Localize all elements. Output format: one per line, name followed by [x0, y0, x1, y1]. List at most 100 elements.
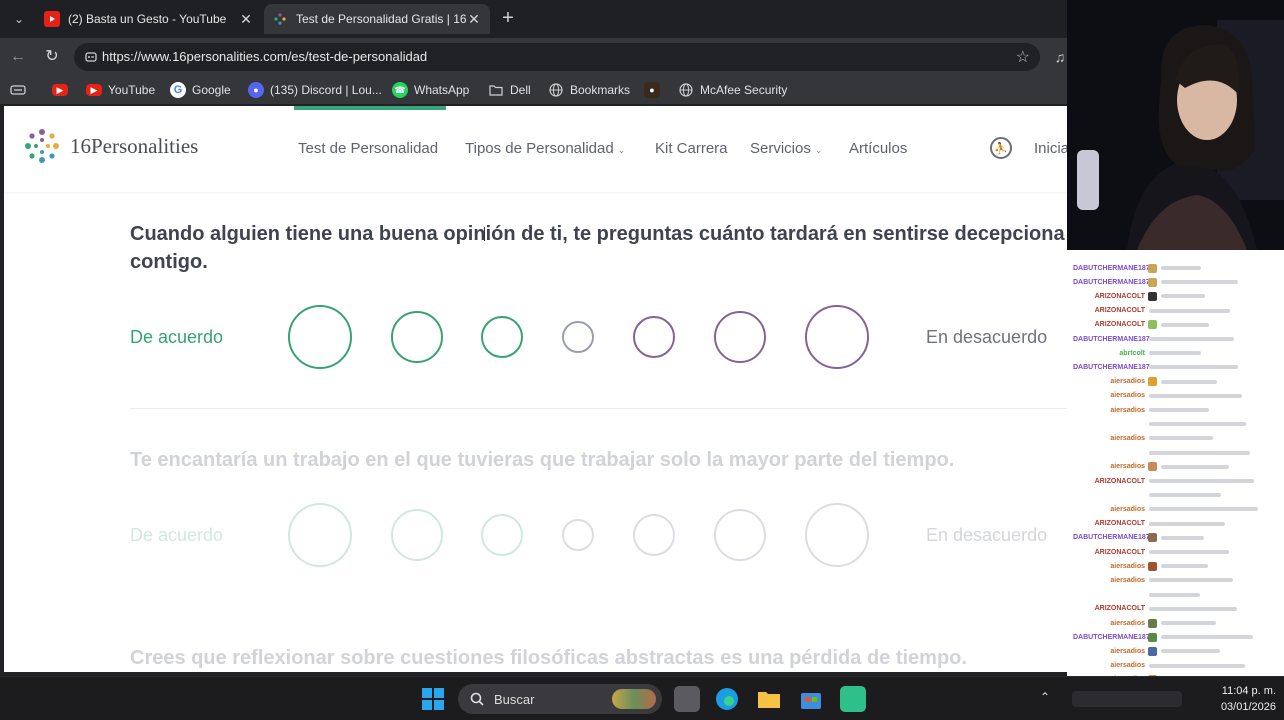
nav-personality-types[interactable]: Tipos de Personalidad ⌄ [465, 140, 625, 157]
question-text: Crees que reflexionar sobre cuestiones f… [130, 647, 967, 669]
bookmark-star-icon[interactable]: ☆ [1016, 47, 1030, 67]
login-link[interactable]: Inicia [1034, 140, 1069, 157]
chat-message [1073, 447, 1250, 459]
chat-message-text [1149, 606, 1237, 611]
app-icon[interactable] [840, 686, 866, 712]
taskview-icon[interactable] [674, 686, 700, 712]
nav-services[interactable]: Servicios ⌄ [750, 140, 822, 157]
bookmark-label: McAfee Security [700, 83, 788, 97]
nav-label: Artículos [849, 140, 908, 157]
system-tray-icons[interactable] [1072, 691, 1182, 707]
windows-icon[interactable] [420, 686, 446, 712]
answer-option-1[interactable] [288, 503, 352, 567]
chat-message-text [1161, 649, 1220, 654]
answer-option-5[interactable] [633, 514, 675, 556]
chat-message [1073, 489, 1221, 501]
answer-option-7[interactable] [805, 305, 869, 369]
nav-test[interactable]: Test de Personalidad [298, 140, 438, 157]
bookmark-bookmarks[interactable]: Bookmarks [548, 81, 630, 99]
answer-option-4[interactable] [562, 321, 594, 353]
nav-articles[interactable]: Artículos [849, 140, 907, 157]
search-placeholder: Buscar [494, 691, 535, 707]
chat-username: ARIZONACOLT [1094, 292, 1145, 300]
chat-message: DABUTCHERMANE187 [1073, 262, 1201, 274]
bookmark-whatsapp[interactable]: ☎ WhatsApp [392, 81, 469, 99]
taskbar-clock[interactable]: 11:04 p. m. 03/01/2026 [1196, 683, 1276, 715]
chat-username: aiersadios [1110, 662, 1145, 670]
bookmark-youtube-icon-only[interactable]: ▶ [52, 81, 74, 99]
chat-message-text [1161, 294, 1205, 299]
chevron-down-icon: ⌄ [617, 145, 626, 155]
widget-icon[interactable] [612, 689, 656, 709]
tab-search-icon[interactable] [10, 81, 26, 99]
chat-message [1073, 589, 1200, 601]
google-icon: G [170, 82, 186, 98]
answer-option-1[interactable] [288, 305, 352, 369]
taskbar-search[interactable]: Buscar [458, 684, 662, 714]
chat-message-text [1149, 365, 1238, 370]
tab-youtube[interactable]: (2) Basta un Gesto - YouTube ✕ [36, 4, 262, 34]
tab-close-icon[interactable]: ✕ [466, 11, 482, 28]
chevron-up-icon[interactable]: ⌃ [1040, 690, 1050, 704]
bookmark-label: Bookmarks [570, 83, 631, 97]
chat-username: aiersadios [1110, 576, 1145, 584]
answer-option-7[interactable] [805, 503, 869, 567]
chat-message-text [1149, 592, 1200, 597]
chat-message-text [1149, 393, 1242, 398]
answer-option-2[interactable] [391, 509, 443, 561]
streamer-camera-image [1067, 0, 1284, 250]
globe-icon [548, 82, 564, 98]
disagree-label: En desacuerdo [926, 525, 1048, 545]
bookmark-dell[interactable]: Dell [488, 81, 531, 99]
site-logo[interactable]: 16Personalities [22, 126, 198, 166]
chat-message-text [1149, 436, 1213, 441]
tab-close-icon[interactable]: ✕ [238, 11, 254, 28]
answer-option-5[interactable] [633, 316, 675, 358]
accessibility-icon[interactable]: ⛹ [990, 137, 1012, 159]
answer-option-6[interactable] [714, 311, 766, 363]
nav-career-kit[interactable]: Kit Carrera [655, 140, 728, 157]
bookmark-mcafee[interactable]: McAfee Security [678, 81, 787, 99]
new-tab-plus-icon[interactable]: + [496, 7, 520, 31]
globe-icon [678, 82, 694, 98]
url-omnibox[interactable]: https://www.16personalities.com/es/test-… [74, 43, 1040, 71]
discord-icon: ● [248, 82, 264, 98]
chat-message-text [1161, 635, 1253, 640]
chat-message: aiersadios [1073, 390, 1242, 402]
bookmark-label: (135) Discord | Lou... [270, 83, 382, 97]
bookmark-discord[interactable]: ● (135) Discord | Lou... [248, 81, 382, 99]
answer-option-3[interactable] [481, 514, 523, 556]
search-icon [470, 692, 484, 706]
bookmark-google[interactable]: G Google [170, 81, 231, 99]
youtube-icon [44, 11, 60, 27]
chat-message: ARIZONACOLT [1073, 546, 1229, 558]
chat-emote-icon [1148, 277, 1157, 287]
chat-message-text [1161, 621, 1216, 625]
reload-icon[interactable]: ↻ [42, 47, 62, 67]
tab-16personalities[interactable]: Test de Personalidad Gratis | 16Per ✕ [264, 4, 490, 34]
chat-username: aiersadios [1110, 619, 1145, 627]
chat-username: aiersadios [1110, 647, 1145, 655]
agree-label: De acuerdo [130, 327, 224, 347]
bookmark-youtube[interactable]: ▶ YouTube [86, 81, 155, 99]
file-explorer-icon[interactable] [756, 686, 782, 712]
bookmark-site[interactable]: ● [644, 81, 666, 99]
chat-message-text [1149, 493, 1221, 498]
tab-list-chevron-icon[interactable]: ⌄ [8, 8, 30, 30]
chat-message [1073, 418, 1246, 430]
chat-message: ARIZONACOLT [1073, 475, 1254, 487]
back-arrow-icon[interactable]: ← [8, 47, 28, 67]
answer-option-3[interactable] [481, 316, 523, 358]
16personalities-favicon-icon [272, 11, 288, 27]
answer-option-6[interactable] [714, 509, 766, 561]
site-info-icon[interactable] [84, 50, 98, 64]
whatsapp-icon: ☎ [392, 82, 408, 98]
answer-option-2[interactable] [391, 311, 443, 363]
store-icon[interactable] [798, 686, 824, 712]
answer-option-4[interactable] [562, 519, 594, 551]
chat-username: DABUTCHERMANE187 [1073, 335, 1150, 343]
youtube-icon: ▶ [86, 84, 102, 96]
edge-icon[interactable] [714, 686, 740, 712]
chat-message: DABUTCHERMANE187 [1073, 532, 1204, 544]
chat-message-text [1161, 464, 1229, 469]
